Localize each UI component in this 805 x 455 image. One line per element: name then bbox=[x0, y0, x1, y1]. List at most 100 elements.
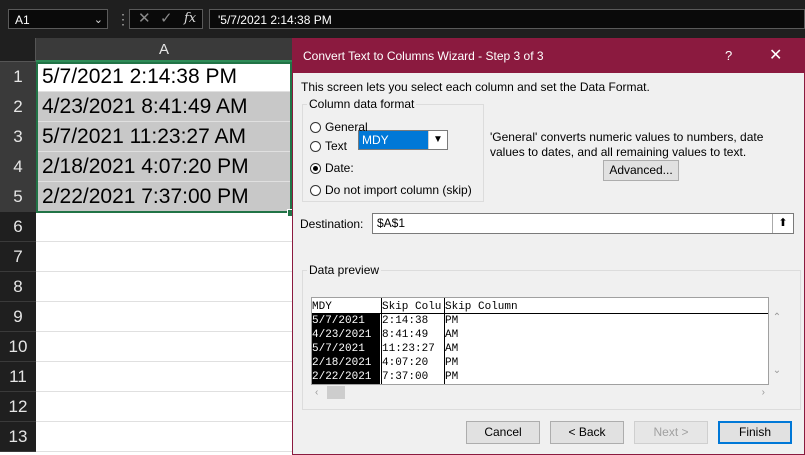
column-header-a[interactable]: A bbox=[36, 38, 292, 62]
preview-cell: 7:37:00 bbox=[382, 371, 429, 383]
row-header-2[interactable]: 2 bbox=[0, 92, 36, 122]
preview-horizontal-scrollbar[interactable]: ‹ › bbox=[311, 385, 769, 401]
cell-a10[interactable] bbox=[36, 332, 292, 362]
name-box[interactable]: A1 ⌄ bbox=[8, 9, 108, 29]
cell-a8[interactable] bbox=[36, 272, 292, 302]
preview-cell: 2:14:38 bbox=[382, 315, 429, 327]
preview-cell: 4:07:20 bbox=[382, 357, 429, 369]
row-header-8[interactable]: 8 bbox=[0, 272, 36, 302]
row-header-11[interactable]: 11 bbox=[0, 362, 36, 392]
cell-a12[interactable] bbox=[36, 392, 292, 422]
cancel-button[interactable]: Cancel bbox=[466, 421, 540, 444]
cell-a11[interactable] bbox=[36, 362, 292, 392]
more-options-icon[interactable]: ⋮ bbox=[116, 9, 130, 29]
radio-label: Do not import column (skip) bbox=[325, 183, 472, 197]
radio-label: Text bbox=[325, 139, 348, 153]
radio-dot[interactable] bbox=[310, 141, 321, 152]
destination-value: $A$1 bbox=[377, 216, 406, 230]
preview-cell: AM bbox=[445, 329, 459, 341]
next-button[interactable]: Next > bbox=[634, 421, 708, 444]
preview-header-2[interactable]: Skip Column bbox=[445, 301, 518, 313]
row-header-9[interactable]: 9 bbox=[0, 302, 36, 332]
preview-header-0[interactable]: MDY bbox=[312, 301, 332, 313]
formula-input[interactable]: '5/7/2021 2:14:38 PM bbox=[209, 9, 805, 29]
radio-dot[interactable] bbox=[310, 122, 321, 133]
back-button[interactable]: < Back bbox=[550, 421, 624, 444]
radio-general[interactable]: General bbox=[310, 119, 368, 135]
formula-buttons: ✕ ✓ fx bbox=[129, 9, 203, 29]
select-all-corner[interactable] bbox=[0, 38, 36, 62]
radio-donotimportcolumnskip[interactable]: Do not import column (skip) bbox=[310, 182, 472, 198]
cell-a1[interactable]: 5/7/2021 2:14:38 PM bbox=[36, 62, 292, 92]
radio-label: General bbox=[325, 120, 368, 134]
preview-vertical-scrollbar[interactable]: ⌃ ⌄ bbox=[769, 312, 785, 385]
preview-cell: 11:23:27 bbox=[382, 343, 435, 355]
group-legend: Data preview bbox=[307, 263, 382, 277]
cell-a7[interactable] bbox=[36, 242, 292, 272]
intro-text: This screen lets you select each column … bbox=[301, 80, 650, 94]
destination-label: Destination: bbox=[300, 217, 364, 231]
row-header-4[interactable]: 4 bbox=[0, 152, 36, 182]
radio-dot[interactable] bbox=[310, 185, 321, 196]
help-button[interactable]: ? bbox=[725, 39, 732, 73]
preview-header-1[interactable]: Skip Colu bbox=[382, 301, 441, 313]
chevron-down-icon[interactable]: ⌄ bbox=[94, 10, 103, 30]
cell-a9[interactable] bbox=[36, 302, 292, 332]
group-legend: Column data format bbox=[307, 97, 417, 111]
advanced-button[interactable]: Advanced... bbox=[603, 160, 679, 181]
preview-cell: PM bbox=[445, 357, 459, 369]
chevron-down-icon[interactable]: ▼ bbox=[428, 131, 447, 149]
text-to-columns-dialog: Convert Text to Columns Wizard - Step 3 … bbox=[292, 38, 805, 455]
row-header-13[interactable]: 13 bbox=[0, 422, 36, 452]
cancel-icon[interactable]: ✕ bbox=[138, 10, 151, 28]
preview-column-0[interactable]: 5/7/2021 4/23/2021 5/7/2021 2/18/2021 2/22/2… bbox=[312, 314, 380, 384]
destination-input[interactable]: $A$1 ⬆ bbox=[372, 213, 794, 234]
row-header-10[interactable]: 10 bbox=[0, 332, 36, 362]
scroll-right-icon[interactable]: › bbox=[762, 387, 765, 398]
preview-cell: PM bbox=[445, 371, 459, 383]
cell-a3[interactable]: 5/7/2021 11:23:27 AM bbox=[36, 122, 292, 152]
scroll-left-icon[interactable]: ‹ bbox=[315, 387, 318, 398]
scroll-down-icon[interactable]: ⌄ bbox=[769, 365, 785, 376]
preview-column-2[interactable]: PM AM AM PM PM bbox=[445, 314, 458, 384]
general-description: 'General' converts numeric values to num… bbox=[490, 130, 764, 159]
row-header-1[interactable]: 1 bbox=[0, 62, 36, 92]
name-box-value: A1 bbox=[15, 13, 30, 27]
preview-cell: 2/18/2021 bbox=[312, 357, 372, 369]
radio-text[interactable]: Text bbox=[310, 138, 347, 154]
row-header-12[interactable]: 12 bbox=[0, 392, 36, 422]
row-header-6[interactable]: 6 bbox=[0, 212, 36, 242]
preview-cell: 4/23/2021 bbox=[312, 329, 372, 341]
data-preview[interactable]: MDY Skip Colu Skip Column 5/7/2021 4/23/2… bbox=[311, 297, 769, 385]
row-header-7[interactable]: 7 bbox=[0, 242, 36, 272]
preview-cell: AM bbox=[445, 343, 459, 355]
row-header-5[interactable]: 5 bbox=[0, 182, 36, 212]
cell-a6[interactable] bbox=[36, 212, 292, 242]
preview-cell: 5/7/2021 bbox=[312, 315, 365, 327]
cell-a13[interactable] bbox=[36, 422, 292, 452]
cell-a4[interactable]: 2/18/2021 4:07:20 PM bbox=[36, 152, 292, 182]
radio-label: Date: bbox=[325, 161, 354, 175]
row-header-3[interactable]: 3 bbox=[0, 122, 36, 152]
close-icon[interactable]: ✕ bbox=[769, 39, 782, 73]
data-preview-group: Data preview MDY Skip Colu Skip Column 5… bbox=[302, 263, 801, 410]
preview-cell: 5/7/2021 bbox=[312, 343, 365, 355]
scroll-thumb[interactable] bbox=[327, 386, 345, 399]
date-format-value: MDY bbox=[359, 131, 429, 149]
preview-cell: PM bbox=[445, 315, 459, 327]
enter-icon[interactable]: ✓ bbox=[160, 10, 173, 28]
insert-function-icon[interactable]: fx bbox=[184, 10, 196, 28]
radio-date[interactable]: Date: bbox=[310, 160, 354, 176]
formula-bar: A1 ⌄ ⋮ ✕ ✓ fx '5/7/2021 2:14:38 PM bbox=[0, 0, 805, 38]
date-format-select[interactable]: MDY ▼ bbox=[358, 130, 448, 150]
dialog-titlebar[interactable]: Convert Text to Columns Wizard - Step 3 … bbox=[293, 39, 804, 73]
finish-button[interactable]: Finish bbox=[718, 421, 792, 444]
preview-cell: 2/22/2021 bbox=[312, 371, 372, 383]
dialog-title: Convert Text to Columns Wizard - Step 3 … bbox=[303, 49, 544, 63]
radio-dot[interactable] bbox=[310, 163, 321, 174]
scroll-up-icon[interactable]: ⌃ bbox=[769, 312, 785, 323]
range-picker-icon[interactable]: ⬆ bbox=[772, 214, 793, 233]
cell-a2[interactable]: 4/23/2021 8:41:49 AM bbox=[36, 92, 292, 122]
preview-column-1[interactable]: 2:14:38 8:41:49 11:23:27 4:07:20 7:37:00 bbox=[382, 314, 435, 384]
cell-a5[interactable]: 2/22/2021 7:37:00 PM bbox=[36, 182, 292, 212]
